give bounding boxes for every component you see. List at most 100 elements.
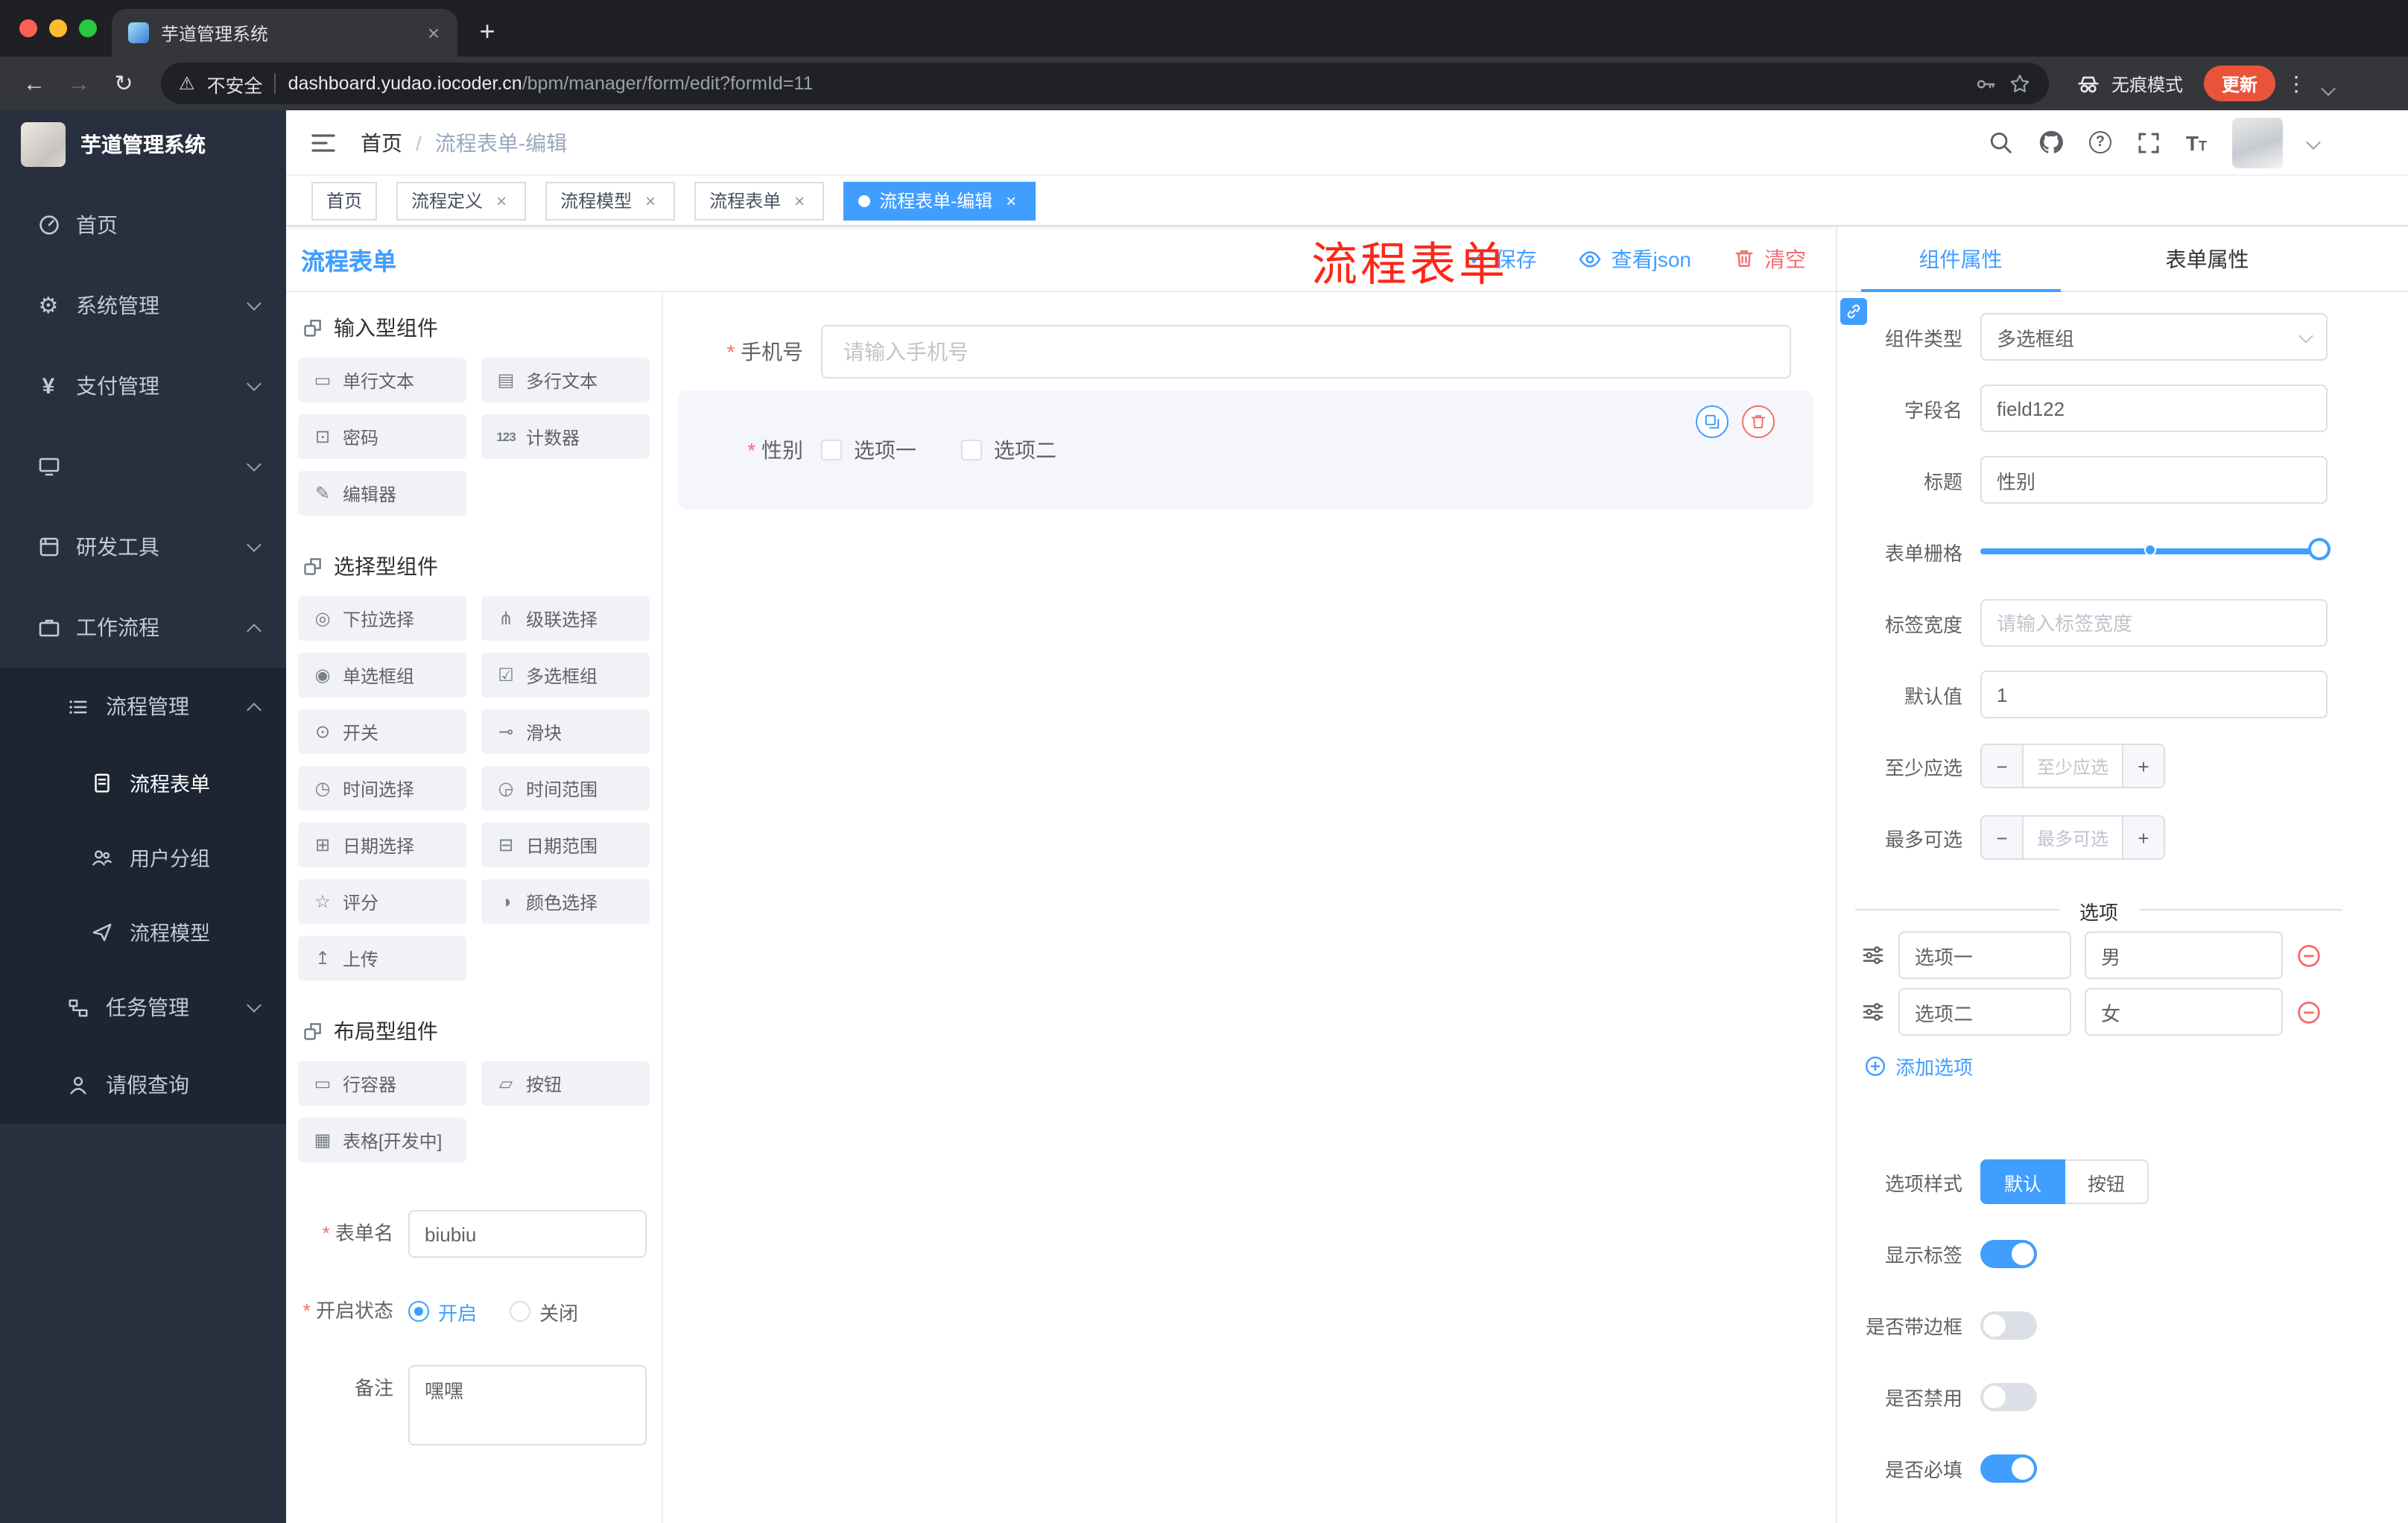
tag-process-definition[interactable]: 流程定义 × [396, 181, 527, 220]
border-toggle[interactable] [1980, 1311, 2037, 1339]
component-type-select[interactable]: 多选框组 [1980, 313, 2328, 361]
chip-checkbox-group[interactable]: ☑ 多选框组 [481, 653, 650, 697]
tag-close-icon[interactable]: × [641, 190, 660, 211]
chevron-down-icon[interactable] [2306, 135, 2321, 150]
sidebar-item-home[interactable]: 首页 [0, 185, 286, 265]
drag-handle-icon[interactable] [1861, 943, 1885, 967]
sidebar-item-task-mgmt[interactable]: 任务管理 [0, 969, 286, 1046]
browser-tab[interactable]: 芋道管理系统 × [112, 9, 457, 57]
phone-input[interactable] [821, 325, 1791, 379]
tab-component-props[interactable]: 组件属性 [1837, 227, 2084, 292]
chip-button[interactable]: ▱ 按钮 [481, 1061, 650, 1106]
key-icon[interactable] [1974, 72, 1997, 95]
chip-rate[interactable]: ☆ 评分 [298, 879, 466, 924]
gender-field-selected[interactable]: 性别 选项一 选项二 [678, 390, 1813, 510]
sidebar-item-infra[interactable] [0, 426, 286, 507]
chip-switch[interactable]: ⊙ 开关 [298, 709, 466, 754]
add-option-button[interactable]: 添加选项 [1837, 1040, 2408, 1080]
fullscreen-icon[interactable] [2137, 130, 2161, 154]
bookmark-star-icon[interactable] [2009, 72, 2031, 95]
sidebar-item-payment[interactable]: ¥ 支付管理 [0, 346, 286, 426]
slider-handle[interactable] [2308, 538, 2331, 560]
chip-counter[interactable]: 123 计数器 [481, 414, 650, 459]
chip-row-container[interactable]: ▭ 行容器 [298, 1061, 466, 1106]
stepper-placeholder[interactable]: 最多可选 [2024, 817, 2122, 858]
minimize-button[interactable] [49, 19, 67, 37]
sidebar-item-workflow[interactable]: 工作流程 [0, 587, 286, 668]
stepper-placeholder[interactable]: 至少应选 [2024, 745, 2122, 787]
font-size-icon[interactable]: TT [2186, 130, 2207, 154]
default-value-input[interactable] [1980, 671, 2328, 718]
sidebar-item-system[interactable]: ⚙ 系统管理 [0, 265, 286, 346]
reload-button[interactable]: ↻ [104, 64, 143, 103]
show-label-toggle[interactable] [1980, 1239, 2037, 1267]
close-button[interactable] [19, 19, 37, 37]
chip-slider[interactable]: ⊸ 滑块 [481, 709, 650, 754]
sidebar-logo[interactable]: 芋道管理系统 [0, 110, 286, 179]
view-json-button[interactable]: 查看json [1579, 244, 1691, 273]
chip-date-picker[interactable]: ⊞ 日期选择 [298, 823, 466, 867]
tag-process-form[interactable]: 流程表单 × [694, 181, 825, 220]
search-icon[interactable] [1988, 130, 2013, 155]
checkbox-option-2[interactable]: 选项二 [961, 435, 1056, 465]
tag-process-form-edit[interactable]: 流程表单-编辑 × [843, 181, 1036, 220]
field-name-input[interactable] [1980, 384, 2328, 432]
style-default-button[interactable]: 默认 [1980, 1159, 2066, 1204]
tab-form-props[interactable]: 表单属性 [2084, 227, 2331, 291]
chip-cascader[interactable]: ⋔ 级联选择 [481, 596, 650, 641]
designer-canvas[interactable]: 手机号 性别 [663, 292, 1836, 1523]
forward-button[interactable]: → [60, 64, 98, 103]
update-button[interactable]: 更新 [2203, 66, 2275, 101]
chip-upload[interactable]: ↥ 上传 [298, 936, 466, 981]
address-bar[interactable]: ⚠ 不安全 dashboard.yudao.iocoder.cn/bpm/man… [161, 63, 2049, 104]
chip-password[interactable]: ⊡ 密码 [298, 414, 466, 459]
option-value-input[interactable] [2085, 931, 2283, 979]
option-label-input[interactable] [1898, 931, 2071, 979]
title-input[interactable] [1980, 456, 2328, 504]
remove-option-icon[interactable] [2296, 999, 2322, 1025]
phone-field[interactable]: 手机号 [678, 325, 1813, 379]
tag-close-icon[interactable]: × [1001, 190, 1021, 211]
increase-button[interactable]: + [2122, 745, 2164, 787]
tab-close-icon[interactable]: × [422, 21, 446, 45]
browser-menu-icon[interactable]: ⋮ [2281, 71, 2311, 96]
sidebar-item-user-group[interactable]: 用户分组 [0, 820, 286, 894]
tag-close-icon[interactable]: × [790, 190, 809, 211]
option-label-input[interactable] [1898, 988, 2071, 1036]
new-tab-button[interactable]: + [466, 10, 508, 52]
profile-button[interactable]: 无痕模式 [2076, 71, 2183, 96]
tag-close-icon[interactable]: × [492, 190, 511, 211]
breadcrumb-home[interactable]: 首页 [361, 127, 402, 157]
style-button-button[interactable]: 按钮 [2065, 1159, 2149, 1204]
sidebar-item-devtools[interactable]: 研发工具 [0, 507, 286, 587]
label-width-input[interactable] [1980, 599, 2328, 647]
radio-off[interactable]: 关闭 [510, 1297, 578, 1326]
sidebar-item-process-form[interactable]: 流程表单 [0, 745, 286, 820]
sidebar-item-process-mgmt[interactable]: 流程管理 [0, 668, 286, 745]
decrease-button[interactable]: − [1982, 745, 2024, 787]
radio-on[interactable]: 开启 [408, 1297, 477, 1326]
disabled-toggle[interactable] [1980, 1382, 2037, 1410]
github-icon[interactable] [2038, 130, 2064, 155]
chip-single-line-text[interactable]: ▭ 单行文本 [298, 358, 466, 402]
chip-color-picker[interactable]: ◑ 颜色选择 [481, 879, 650, 924]
help-icon[interactable]: ? [2088, 131, 2111, 153]
tag-home[interactable]: 首页 [311, 181, 378, 220]
chip-time-range[interactable]: ◶ 时间范围 [481, 766, 650, 811]
chip-time-picker[interactable]: ◷ 时间选择 [298, 766, 466, 811]
maximize-button[interactable] [79, 19, 97, 37]
tag-process-model[interactable]: 流程模型 × [545, 181, 676, 220]
avatar[interactable] [2232, 117, 2283, 168]
increase-button[interactable]: + [2122, 817, 2164, 858]
sidebar-toggle-icon[interactable] [310, 130, 337, 154]
chip-editor[interactable]: ✎ 编辑器 [298, 471, 466, 516]
chip-multi-line-text[interactable]: ▤ 多行文本 [481, 358, 650, 402]
chevron-down-icon[interactable] [2321, 80, 2336, 95]
grid-slider[interactable] [1980, 528, 2331, 575]
checkbox-option-1[interactable]: 选项一 [821, 435, 916, 465]
chip-select[interactable]: ◎ 下拉选择 [298, 596, 466, 641]
clear-button[interactable]: 清空 [1733, 244, 1806, 273]
chip-radio-group[interactable]: ◉ 单选框组 [298, 653, 466, 697]
sidebar-item-leave-query[interactable]: 请假查询 [0, 1046, 286, 1124]
sidebar-item-process-model[interactable]: 流程模型 [0, 894, 286, 969]
